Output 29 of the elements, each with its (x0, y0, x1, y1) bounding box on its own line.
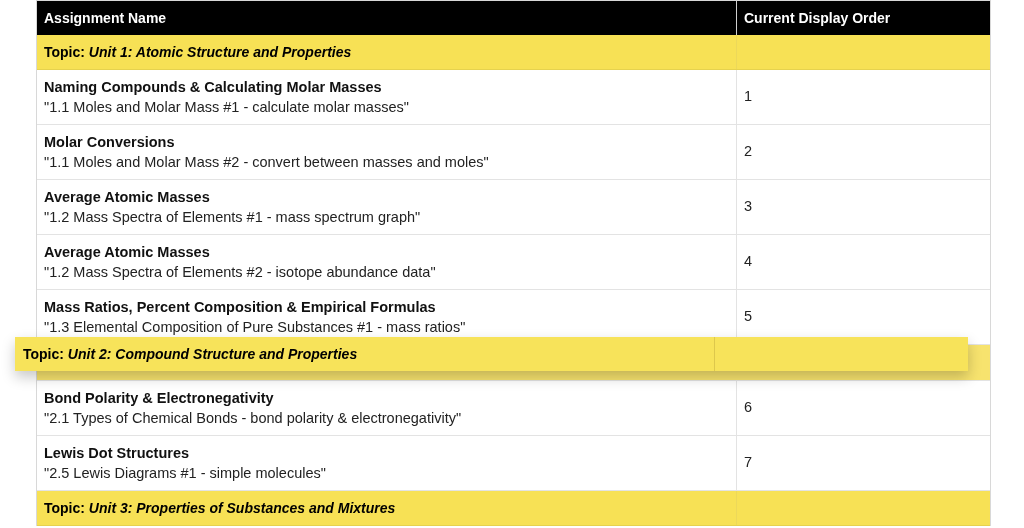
display-order: 4 (744, 252, 753, 272)
assignment-subtitle: "2.5 Lewis Diagrams #1 - simple molecules" (44, 464, 327, 483)
assignment-subtitle: "1.2 Mass Spectra of Elements #1 - mass spectrum graph" (44, 208, 422, 227)
assignment-title: Mass Ratios, Percent Composition & Empirical Formulas (44, 298, 437, 317)
column-header: Current Display Order (744, 8, 891, 28)
assignment-title: Molar Conversions (44, 133, 176, 152)
column-header: Assignment Name (44, 8, 167, 28)
display-order: 7 (744, 453, 753, 473)
topic-label: Topic: Unit 1: Atomic Structure and Properties (44, 42, 352, 62)
assignment-subtitle: "1.3 Elemental Composition of Pure Substances #1 - mass ratios" (44, 318, 467, 337)
assignment-title: Average Atomic Masses (44, 243, 211, 262)
display-order: 3 (744, 197, 753, 217)
assignment-title: Average Atomic Masses (44, 188, 211, 207)
display-order: 5 (744, 307, 753, 327)
assignment-subtitle: "1.2 Mass Spectra of Elements #2 - isotope abundance data" (44, 263, 437, 282)
display-order: 6 (744, 398, 753, 418)
assignment-title: Lewis Dot Structures (44, 444, 191, 463)
display-order: 1 (744, 87, 753, 107)
topic-row[interactable]: Topic: Unit 1: Atomic Structure and Properties (37, 35, 990, 70)
topic-label: Topic: Unit 3: Properties of Substances and Mixtures (44, 498, 396, 518)
topic-row[interactable]: Topic: Unit 3: Properties of Substances and Mixtures (37, 491, 990, 526)
assignment-subtitle: "1.1 Moles and Molar Mass #2 - convert between masses and moles" (44, 153, 490, 172)
assignment-title: Bond Polarity & Electronegativity (44, 389, 275, 408)
topic-label: Topic: Unit 2: Compound Structure and Properties (23, 344, 358, 364)
dragged-topic-row[interactable]: Topic: Unit 2: Compound Structure and Properties (15, 337, 968, 371)
assignment-subtitle: "1.1 Moles and Molar Mass #1 - calculate molar masses" (44, 98, 410, 117)
assignment-subtitle: "2.1 Types of Chemical Bonds - bond polarity & electronegativity" (44, 409, 463, 428)
assignment-title: Naming Compounds & Calculating Molar Masses (44, 78, 383, 97)
display-order: 2 (744, 142, 753, 162)
